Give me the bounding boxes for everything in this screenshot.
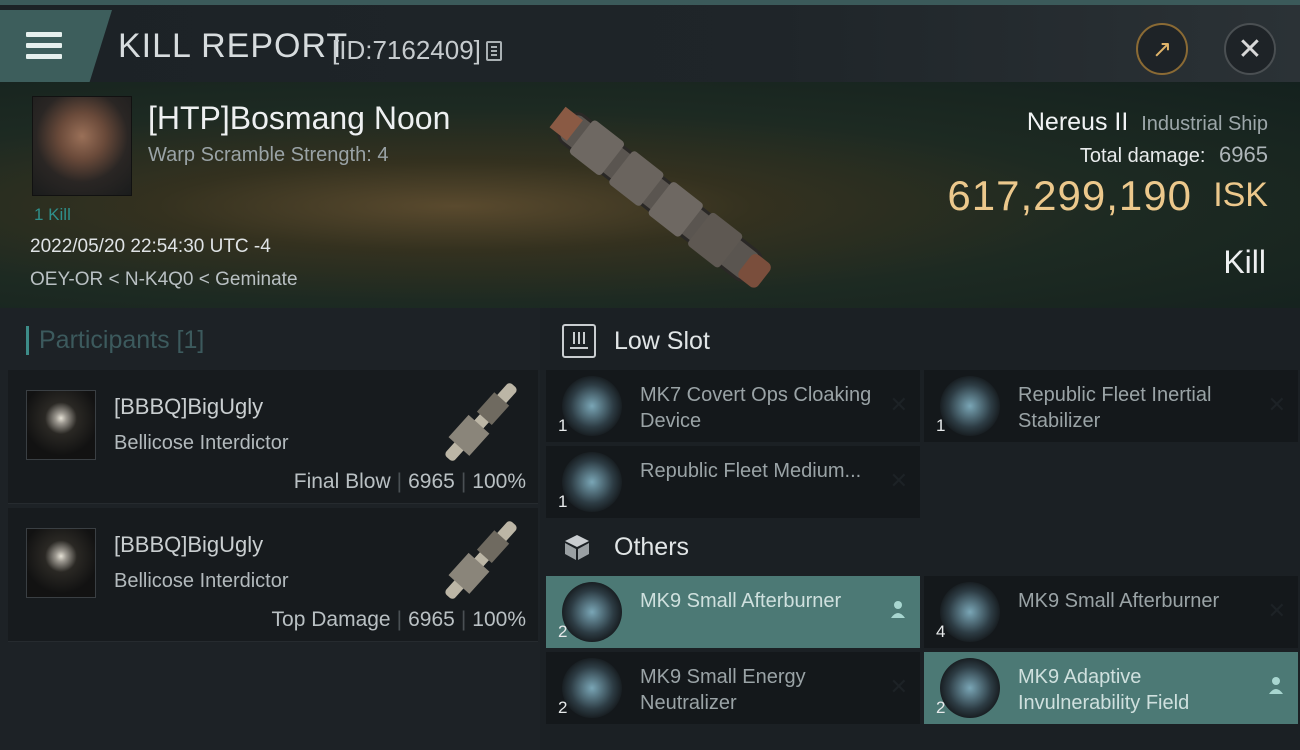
share-icon: ↗ — [1151, 35, 1173, 63]
participant-tag: Top Damage — [271, 608, 391, 631]
module-quantity: 1 — [558, 416, 568, 435]
module-icon — [940, 582, 1000, 642]
module-quantity: 2 — [558, 698, 568, 717]
low-slot-icon — [562, 324, 596, 358]
destroyed-icon: ✕ — [889, 392, 908, 417]
module-quantity: 2 — [558, 622, 568, 641]
module-name: Republic Fleet Medium... — [640, 460, 862, 482]
total-damage-value: 6965 — [1219, 142, 1268, 167]
participant-damage: 6965 — [408, 470, 455, 493]
close-button[interactable]: ✕ — [1224, 23, 1276, 75]
module-icon — [940, 376, 1000, 436]
participants-header[interactable]: Participants [1] — [26, 326, 204, 355]
others-label: Others — [614, 532, 690, 561]
share-button[interactable]: ↗ — [1136, 23, 1188, 75]
module-icon — [562, 452, 622, 512]
module-name: MK9 Adaptive Invulnerability Field — [1018, 666, 1190, 714]
victim-ship-image[interactable] — [530, 92, 790, 302]
participant-card[interactable]: [BBBQ]BigUgly Bellicose Interdictor Top … — [8, 508, 538, 642]
module-icon — [562, 658, 622, 718]
participant-avatar — [26, 390, 96, 460]
destroyed-icon: ✕ — [1267, 598, 1286, 623]
participant-stats: Final Blow | 6965 | 100% — [293, 470, 526, 493]
participant-card[interactable]: [BBBQ]BigUgly Bellicose Interdictor Fina… — [8, 370, 538, 504]
module-icon — [940, 658, 1000, 718]
module-name: MK9 Small Afterburner — [640, 590, 842, 612]
warp-scramble-strength: Warp Scramble Strength: 4 — [148, 144, 389, 166]
participant-ship: Bellicose Interdictor — [114, 570, 289, 592]
participant-ship: Bellicose Interdictor — [114, 432, 289, 454]
participant-avatar — [26, 528, 96, 598]
total-damage: Total damage: 6965 — [1080, 142, 1268, 168]
kill-hero: [HTP]Bosmang Noon Warp Scramble Strength… — [0, 82, 1300, 308]
module-item[interactable]: 1 MK7 Covert Ops Cloaking Device ✕ — [546, 370, 920, 442]
cargo-box-icon — [562, 532, 592, 562]
isk-value: 617,299,190 — [947, 172, 1192, 219]
module-item[interactable]: 1 Republic Fleet Medium... ✕ — [546, 446, 920, 518]
dropped-person-icon — [891, 601, 905, 618]
fitting-panel: Low Slot 1 MK7 Covert Ops Cloaking Devic… — [540, 308, 1300, 750]
module-quantity: 1 — [936, 416, 946, 435]
participant-percent: 100% — [472, 608, 526, 631]
destroyed-icon: ✕ — [889, 674, 908, 699]
kill-location[interactable]: OEY-OR < N-K4Q0 < Geminate — [30, 269, 298, 291]
module-name: MK9 Small Energy Neutralizer — [640, 666, 806, 714]
total-damage-label: Total damage: — [1079, 145, 1206, 167]
module-item[interactable]: 1 Republic Fleet Inertial Stabilizer ✕ — [924, 370, 1298, 442]
module-item[interactable]: 2 MK9 Small Energy Neutralizer ✕ — [546, 652, 920, 724]
ship-name-text: Nereus II — [1026, 108, 1129, 136]
module-item[interactable]: 2 MK9 Small Afterburner — [546, 576, 920, 648]
module-item[interactable]: 2 MK9 Adaptive Invulnerability Field — [924, 652, 1298, 724]
participant-stats: Top Damage | 6965 | 100% — [271, 608, 526, 631]
victim-ship-name[interactable]: Nereus II Industrial Ship — [1027, 108, 1268, 137]
module-item[interactable]: 4 MK9 Small Afterburner ✕ — [924, 576, 1298, 648]
participant-damage: 6965 — [408, 608, 455, 631]
module-icon — [562, 376, 622, 436]
dropped-person-icon — [1269, 677, 1283, 694]
ship-class: Industrial Ship — [1141, 113, 1268, 135]
close-icon: ✕ — [1237, 32, 1263, 66]
menu-button[interactable] — [0, 10, 112, 82]
kill-result: Kill — [1223, 244, 1266, 280]
kill-datetime: 2022/05/20 22:54:30 UTC -4 — [30, 236, 271, 257]
participant-ship-image — [445, 521, 517, 599]
participant-percent: 100% — [472, 470, 526, 493]
module-name: MK7 Covert Ops Cloaking Device — [640, 384, 872, 432]
page-title: KILL REPORT — [118, 27, 349, 65]
module-name: Republic Fleet Inertial Stabilizer — [1018, 384, 1212, 432]
participant-tag: Final Blow — [293, 470, 391, 493]
victim-portrait[interactable] — [32, 96, 132, 196]
top-bar: KILL REPORT [ID:7162409] ↗ ✕ — [0, 0, 1300, 82]
module-quantity: 1 — [558, 492, 568, 511]
isk-unit: ISK — [1213, 176, 1268, 214]
participant-name: [BBBQ]BigUgly — [114, 532, 264, 557]
destroyed-icon: ✕ — [1267, 392, 1286, 417]
module-icon — [562, 582, 622, 642]
module-quantity: 4 — [936, 622, 946, 641]
participant-name: [BBBQ]BigUgly — [114, 394, 264, 419]
destroyed-icon: ✕ — [889, 468, 908, 493]
hamburger-icon — [26, 32, 62, 60]
others-header: Others — [562, 532, 689, 562]
participants-panel: Participants [1] [BBBQ]BigUgly Bellicose… — [0, 308, 540, 750]
participant-ship-image — [445, 383, 517, 461]
copy-icon[interactable] — [486, 41, 502, 61]
module-quantity: 2 — [936, 698, 946, 717]
report-id: [ID:7162409] — [332, 35, 481, 65]
victim-name[interactable]: [HTP]Bosmang Noon — [148, 100, 450, 137]
low-slot-label: Low Slot — [614, 326, 710, 355]
module-name: MK9 Small Afterburner — [1018, 590, 1220, 612]
kills-link[interactable]: 1 Kill — [34, 205, 71, 225]
low-slot-header: Low Slot — [562, 324, 710, 358]
